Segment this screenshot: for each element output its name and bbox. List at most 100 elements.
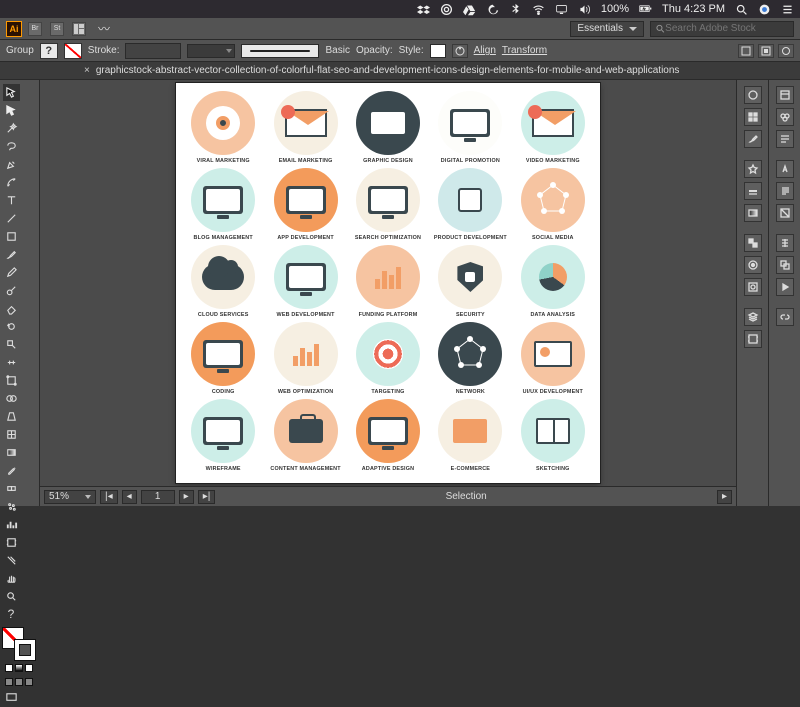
- artboard-next-button[interactable]: ▸: [179, 490, 194, 504]
- bridge-icon[interactable]: Br: [28, 22, 42, 36]
- panel-artboards-icon[interactable]: [744, 330, 762, 348]
- tool-direct-selection[interactable]: [3, 102, 20, 119]
- art-icon-web-optimization[interactable]: WEB OPTIMIZATION: [266, 322, 344, 395]
- art-icon-video-marketing[interactable]: VIDEO MARKETING: [514, 91, 592, 164]
- panel-paragraph-icon[interactable]: [776, 182, 794, 200]
- dropbox-icon[interactable]: [417, 3, 430, 16]
- draw-inside[interactable]: [25, 678, 33, 686]
- art-icon-sketching[interactable]: SKETCHING: [514, 399, 592, 472]
- tool-magic-wand[interactable]: [3, 120, 20, 137]
- panel-transparency-icon[interactable]: [744, 234, 762, 252]
- art-icon-funding-platform[interactable]: FUNDING PLATFORM: [349, 245, 427, 318]
- panel-actions-icon[interactable]: [776, 278, 794, 296]
- art-icon-digital-promotion[interactable]: DIGITAL PROMOTION: [431, 91, 509, 164]
- stroke-weight-field[interactable]: [125, 43, 181, 59]
- tool-paintbrush[interactable]: [3, 246, 20, 263]
- creative-cloud-icon[interactable]: [440, 3, 453, 16]
- canvas-area[interactable]: VIRAL MARKETINGEMAIL MARKETINGGRAPHIC DE…: [40, 80, 736, 486]
- tool-mesh[interactable]: [3, 426, 20, 443]
- align-link[interactable]: Align: [474, 45, 496, 56]
- var-width-profile[interactable]: [187, 44, 235, 58]
- panel-symbols-icon[interactable]: [744, 160, 762, 178]
- gpu-preview-icon[interactable]: 〰: [98, 20, 110, 37]
- color-mode-gradient[interactable]: [15, 664, 23, 672]
- zoom-field[interactable]: 51%: [44, 490, 96, 504]
- status-menu-button[interactable]: ▸: [717, 490, 732, 504]
- arrange-docs-icon[interactable]: [72, 22, 86, 36]
- panel-libraries-icon[interactable]: [776, 86, 794, 104]
- tool-width[interactable]: [3, 354, 20, 371]
- tool-blob-brush[interactable]: [3, 282, 20, 299]
- fill-swatch[interactable]: ?: [40, 43, 58, 59]
- tool-rotate[interactable]: [3, 318, 20, 335]
- brush-preview[interactable]: [241, 44, 319, 58]
- workspace-switcher[interactable]: Essentials: [570, 21, 644, 37]
- art-icon-data-analysis[interactable]: DATA ANALYSIS: [514, 245, 592, 318]
- tool-blend[interactable]: [3, 480, 20, 497]
- art-icon-cloud-services[interactable]: CLOUD SERVICES: [184, 245, 262, 318]
- art-icon-email-marketing[interactable]: EMAIL MARKETING: [266, 91, 344, 164]
- graphic-style-swatch[interactable]: [430, 44, 446, 58]
- stroke-swatch[interactable]: [64, 43, 82, 59]
- art-icon-content-management[interactable]: CONTENT MANAGEMENT: [266, 399, 344, 472]
- tool-zoom[interactable]: [3, 588, 20, 605]
- transform-link[interactable]: Transform: [502, 45, 547, 56]
- art-icon-search-optimization[interactable]: SEARCH OPTIMIZATION: [349, 168, 427, 241]
- panel-appearance-icon[interactable]: [744, 256, 762, 274]
- artboard-last-button[interactable]: ▸|: [198, 490, 216, 504]
- art-icon-coding[interactable]: CODING: [184, 322, 262, 395]
- tool-eyedropper[interactable]: [3, 462, 20, 479]
- tool-artboard[interactable]: [3, 534, 20, 551]
- document-tab-title[interactable]: graphicstock-abstract-vector-collection-…: [96, 65, 680, 76]
- art-icon-web-development[interactable]: WEB DEVELOPMENT: [266, 245, 344, 318]
- art-icon-security[interactable]: SECURITY: [431, 245, 509, 318]
- panel-properties-icon[interactable]: [776, 130, 794, 148]
- panel-brushes-icon[interactable]: [744, 130, 762, 148]
- panel-color-themes-icon[interactable]: [776, 108, 794, 126]
- panel-align-icon[interactable]: [776, 234, 794, 252]
- artboard[interactable]: VIRAL MARKETINGEMAIL MARKETINGGRAPHIC DE…: [176, 83, 600, 483]
- sync-icon[interactable]: [486, 3, 499, 16]
- tool-slice[interactable]: [3, 552, 20, 569]
- artboard-prev-button[interactable]: ◂: [122, 490, 137, 504]
- art-icon-network[interactable]: NETWORK: [431, 322, 509, 395]
- panel-character-icon[interactable]: [776, 160, 794, 178]
- color-mode-none[interactable]: [25, 664, 33, 672]
- tool-pencil[interactable]: [3, 264, 20, 281]
- art-icon-ui-ux-development[interactable]: UI/UX DEVELOPMENT: [514, 322, 592, 395]
- adobe-stock-search[interactable]: [650, 21, 794, 37]
- art-icon-viral-marketing[interactable]: VIRAL MARKETING: [184, 91, 262, 164]
- panel-stroke-icon[interactable]: [744, 182, 762, 200]
- fill-stroke-indicator[interactable]: [2, 627, 36, 661]
- tool-line[interactable]: [3, 210, 20, 227]
- art-icon-adaptive-design[interactable]: ADAPTIVE DESIGN: [349, 399, 427, 472]
- tool-lasso[interactable]: [3, 138, 20, 155]
- panel-gradient-icon[interactable]: [744, 204, 762, 222]
- tool-hand[interactable]: [3, 570, 20, 587]
- artboard-number-field[interactable]: 1: [141, 490, 175, 504]
- art-icon-graphic-design[interactable]: GRAPHIC DESIGN: [349, 91, 427, 164]
- tool-pen[interactable]: [3, 156, 20, 173]
- panel-links-icon[interactable]: [776, 308, 794, 326]
- panel-swatches-icon[interactable]: [744, 108, 762, 126]
- tool-rectangle[interactable]: [3, 228, 20, 245]
- siri-icon[interactable]: [758, 3, 771, 16]
- screen-mode-button[interactable]: [3, 689, 20, 706]
- color-mode-solid[interactable]: [5, 664, 13, 672]
- bluetooth-icon[interactable]: [509, 3, 522, 16]
- art-icon-blog-management[interactable]: BLOG MANAGEMENT: [184, 168, 262, 241]
- menubar-clock[interactable]: Thu 4:23 PM: [662, 3, 725, 15]
- tool-type[interactable]: [3, 192, 20, 209]
- tab-close-button[interactable]: ×: [84, 65, 90, 76]
- spotlight-icon[interactable]: [735, 3, 748, 16]
- tool-eraser[interactable]: [3, 300, 20, 317]
- panel-color-icon[interactable]: [744, 86, 762, 104]
- edit-contents-button[interactable]: [778, 44, 794, 58]
- tool-shape-builder[interactable]: [3, 390, 20, 407]
- volume-icon[interactable]: [578, 3, 591, 16]
- wifi-icon[interactable]: [532, 3, 545, 16]
- isolate-button[interactable]: [738, 44, 754, 58]
- panel-graphic-styles-icon[interactable]: [744, 278, 762, 296]
- tool-scale[interactable]: [3, 336, 20, 353]
- art-icon-social-media[interactable]: SOCIAL MEDIA: [514, 168, 592, 241]
